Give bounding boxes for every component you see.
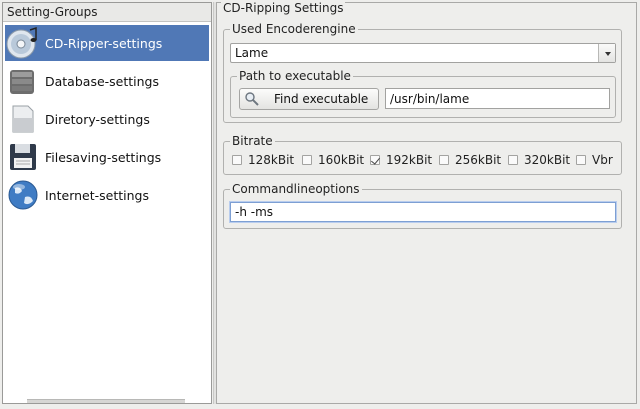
database-icon	[10, 70, 34, 94]
bitrate-option-192[interactable]: 192kBit	[370, 153, 432, 167]
bitrate-option-label: 256kBit	[455, 153, 502, 167]
encoder-engine-value: Lame	[235, 46, 269, 60]
commandline-options-input[interactable]	[230, 202, 616, 222]
bitrate-option-256[interactable]: 256kBit	[439, 153, 501, 167]
chevron-down-icon[interactable]	[598, 44, 615, 62]
checkbox[interactable]	[232, 155, 242, 165]
bitrate-option-label: 320kBit	[524, 153, 571, 167]
find-executable-label: Find executable	[274, 92, 369, 106]
bitrate-option-128[interactable]: 128kBit	[232, 153, 294, 167]
group-item-database[interactable]: Database-settings	[5, 63, 209, 99]
cd-ripping-title: CD-Ripping Settings	[221, 0, 346, 16]
group-item-label: CD-Ripper-settings	[45, 35, 163, 51]
find-executable-button[interactable]: Find executable	[239, 88, 379, 110]
executable-path-input[interactable]	[385, 88, 610, 109]
checkbox[interactable]	[576, 155, 586, 165]
encoder-engine-select[interactable]: Lame	[230, 43, 616, 63]
floppy-disk-icon	[10, 144, 36, 170]
bitrate-option-160[interactable]: 160kBit	[302, 153, 364, 167]
commandline-options-title: Commandlineoptions	[230, 181, 362, 197]
horizontal-scrollbar[interactable]	[27, 399, 185, 403]
bitrate-option-label: Vbr	[592, 153, 613, 167]
commandline-options-group: Commandlineoptions	[223, 181, 622, 229]
group-item-filesaving[interactable]: Filesaving-settings	[5, 139, 209, 175]
executable-path-field[interactable]	[386, 89, 609, 108]
directory-icon	[12, 105, 34, 133]
group-item-directory[interactable]: Diretory-settings	[5, 101, 209, 137]
path-to-executable-group: Path to executable Find executable	[230, 68, 616, 118]
group-item-label: Database-settings	[45, 73, 160, 89]
group-item-label: Filesaving-settings	[45, 149, 162, 165]
checkbox[interactable]	[439, 155, 449, 165]
group-item-label: Diretory-settings	[45, 111, 150, 127]
group-item-internet[interactable]: Internet-settings	[5, 177, 209, 213]
bitrate-option-label: 192kBit	[386, 153, 433, 167]
setting-groups-panel: Setting-Groups CD-Ripper-settings Databa…	[2, 2, 212, 404]
group-item-cd-ripper[interactable]: CD-Ripper-settings	[5, 25, 209, 61]
magnifier-icon	[245, 92, 259, 106]
globe-icon	[8, 180, 38, 210]
bitrate-option-label: 128kBit	[248, 153, 295, 167]
encoder-engine-title: Used Encoderengine	[230, 21, 358, 37]
commandline-options-field[interactable]	[231, 203, 615, 221]
checkbox[interactable]	[302, 155, 312, 165]
setting-groups-header: Setting-Groups	[3, 3, 211, 22]
checkbox-checked[interactable]	[370, 155, 380, 165]
path-to-executable-title: Path to executable	[237, 68, 353, 84]
bitrate-option-vbr[interactable]: Vbr	[576, 153, 613, 167]
cd-ripping-settings-panel: CD-Ripping Settings Used Encoderengine L…	[216, 0, 637, 404]
encoder-engine-group: Used Encoderengine Lame Path to executab…	[223, 21, 622, 123]
checkbox[interactable]	[508, 155, 518, 165]
cd-icon	[6, 26, 37, 59]
group-item-label: Internet-settings	[45, 187, 149, 203]
bitrate-option-320[interactable]: 320kBit	[508, 153, 570, 167]
bitrate-title: Bitrate	[230, 133, 275, 149]
bitrate-option-label: 160kBit	[318, 153, 365, 167]
